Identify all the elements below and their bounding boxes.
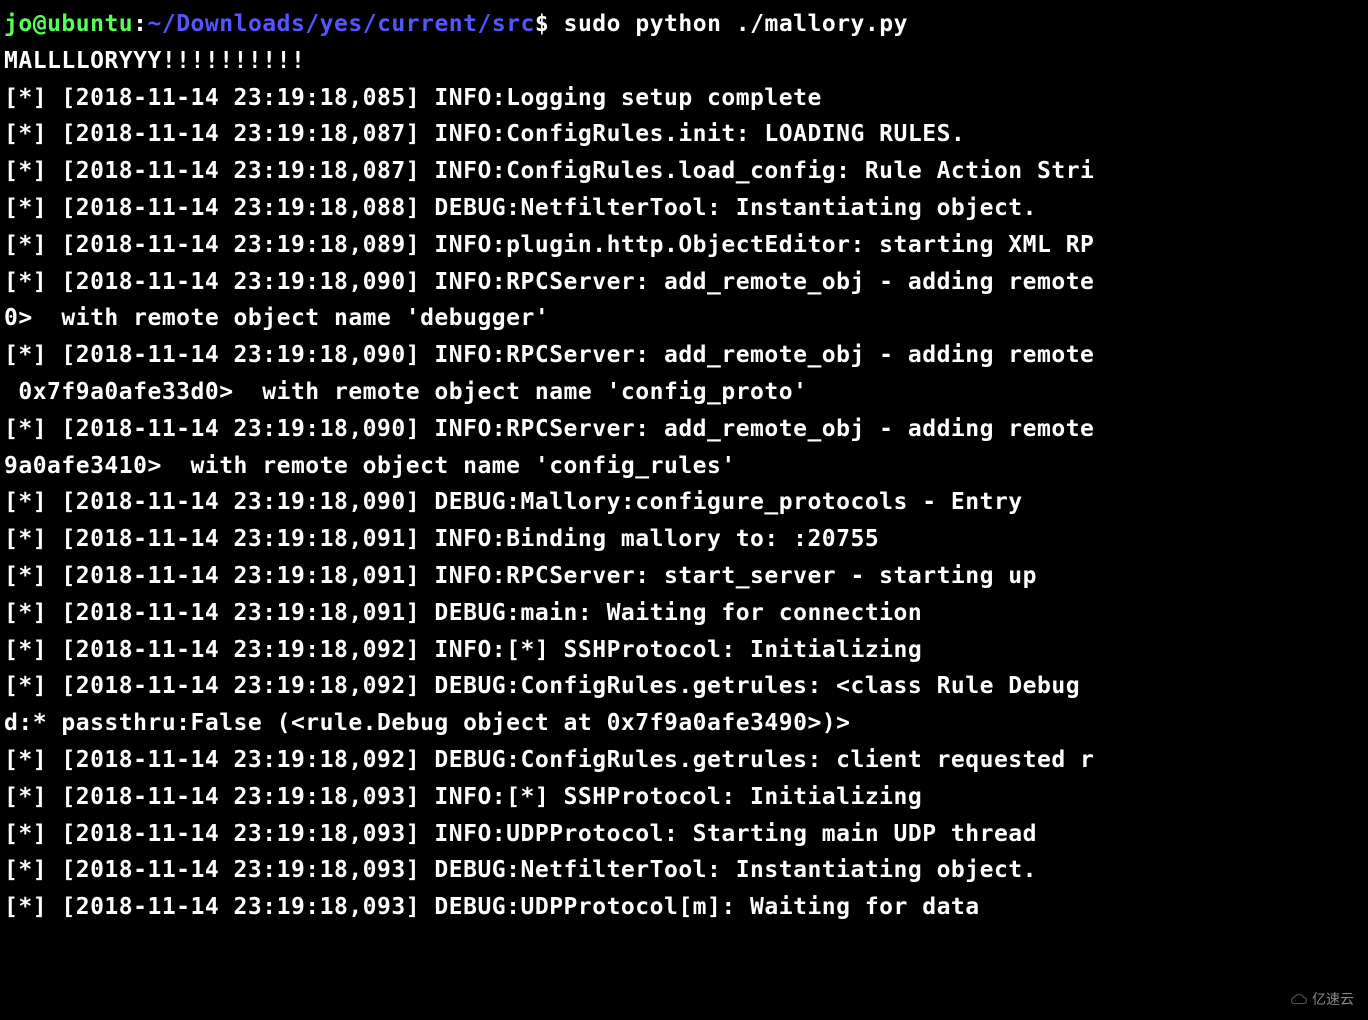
log-line: [*] [2018-11-14 23:19:18,093] INFO:[*] S… (4, 784, 922, 810)
prompt-colon: : (133, 11, 147, 37)
prompt-at: @ (33, 11, 47, 37)
watermark-text: 亿速云 (1312, 988, 1354, 1010)
log-line: [*] [2018-11-14 23:19:18,087] INFO:Confi… (4, 121, 965, 147)
log-line: [*] [2018-11-14 23:19:18,092] DEBUG:Conf… (4, 747, 1094, 773)
prompt-line: jo@ubuntu:~/Downloads/yes/current/src$ s… (4, 11, 908, 37)
log-line: [*] [2018-11-14 23:19:18,090] INFO:RPCSe… (4, 416, 1094, 442)
log-line: [*] [2018-11-14 23:19:18,093] INFO:UDPPr… (4, 821, 1037, 847)
log-line: [*] [2018-11-14 23:19:18,089] INFO:plugi… (4, 232, 1094, 258)
command-text: sudo python ./mallory.py (564, 11, 908, 37)
cloud-icon (1290, 993, 1308, 1005)
log-line: [*] [2018-11-14 23:19:18,092] DEBUG:Conf… (4, 673, 1094, 699)
log-line: 0> with remote object name 'debugger' (4, 305, 549, 331)
prompt-path: ~/Downloads/yes/current/src (148, 11, 535, 37)
log-line: 9a0afe3410> with remote object name 'con… (4, 453, 736, 479)
log-line: [*] [2018-11-14 23:19:18,091] DEBUG:main… (4, 600, 922, 626)
log-line: [*] [2018-11-14 23:19:18,091] INFO:RPCSe… (4, 563, 1037, 589)
log-line: [*] [2018-11-14 23:19:18,093] DEBUG:UDPP… (4, 894, 980, 920)
log-line: [*] [2018-11-14 23:19:18,087] INFO:Confi… (4, 158, 1094, 184)
watermark: 亿速云 (1290, 988, 1354, 1010)
log-line: [*] [2018-11-14 23:19:18,090] INFO:RPCSe… (4, 269, 1094, 295)
log-line: [*] [2018-11-14 23:19:18,085] INFO:Loggi… (4, 85, 822, 111)
prompt-user: jo (4, 11, 33, 37)
log-line: 0x7f9a0afe33d0> with remote object name … (4, 379, 807, 405)
terminal-output[interactable]: jo@ubuntu:~/Downloads/yes/current/src$ s… (0, 0, 1368, 932)
log-line: [*] [2018-11-14 23:19:18,090] INFO:RPCSe… (4, 342, 1094, 368)
log-line: d:* passthru:False (<rule.Debug object a… (4, 710, 850, 736)
log-container: [*] [2018-11-14 23:19:18,085] INFO:Loggi… (4, 80, 1364, 926)
prompt-dollar: $ (535, 11, 549, 37)
log-line: [*] [2018-11-14 23:19:18,088] DEBUG:Netf… (4, 195, 1037, 221)
log-line: [*] [2018-11-14 23:19:18,091] INFO:Bindi… (4, 526, 879, 552)
banner-line: MALLLLORYYY!!!!!!!!!! (4, 48, 305, 74)
log-line: [*] [2018-11-14 23:19:18,090] DEBUG:Mall… (4, 489, 1023, 515)
log-line: [*] [2018-11-14 23:19:18,092] INFO:[*] S… (4, 637, 922, 663)
log-line: [*] [2018-11-14 23:19:18,093] DEBUG:Netf… (4, 857, 1037, 883)
prompt-host: ubuntu (47, 11, 133, 37)
